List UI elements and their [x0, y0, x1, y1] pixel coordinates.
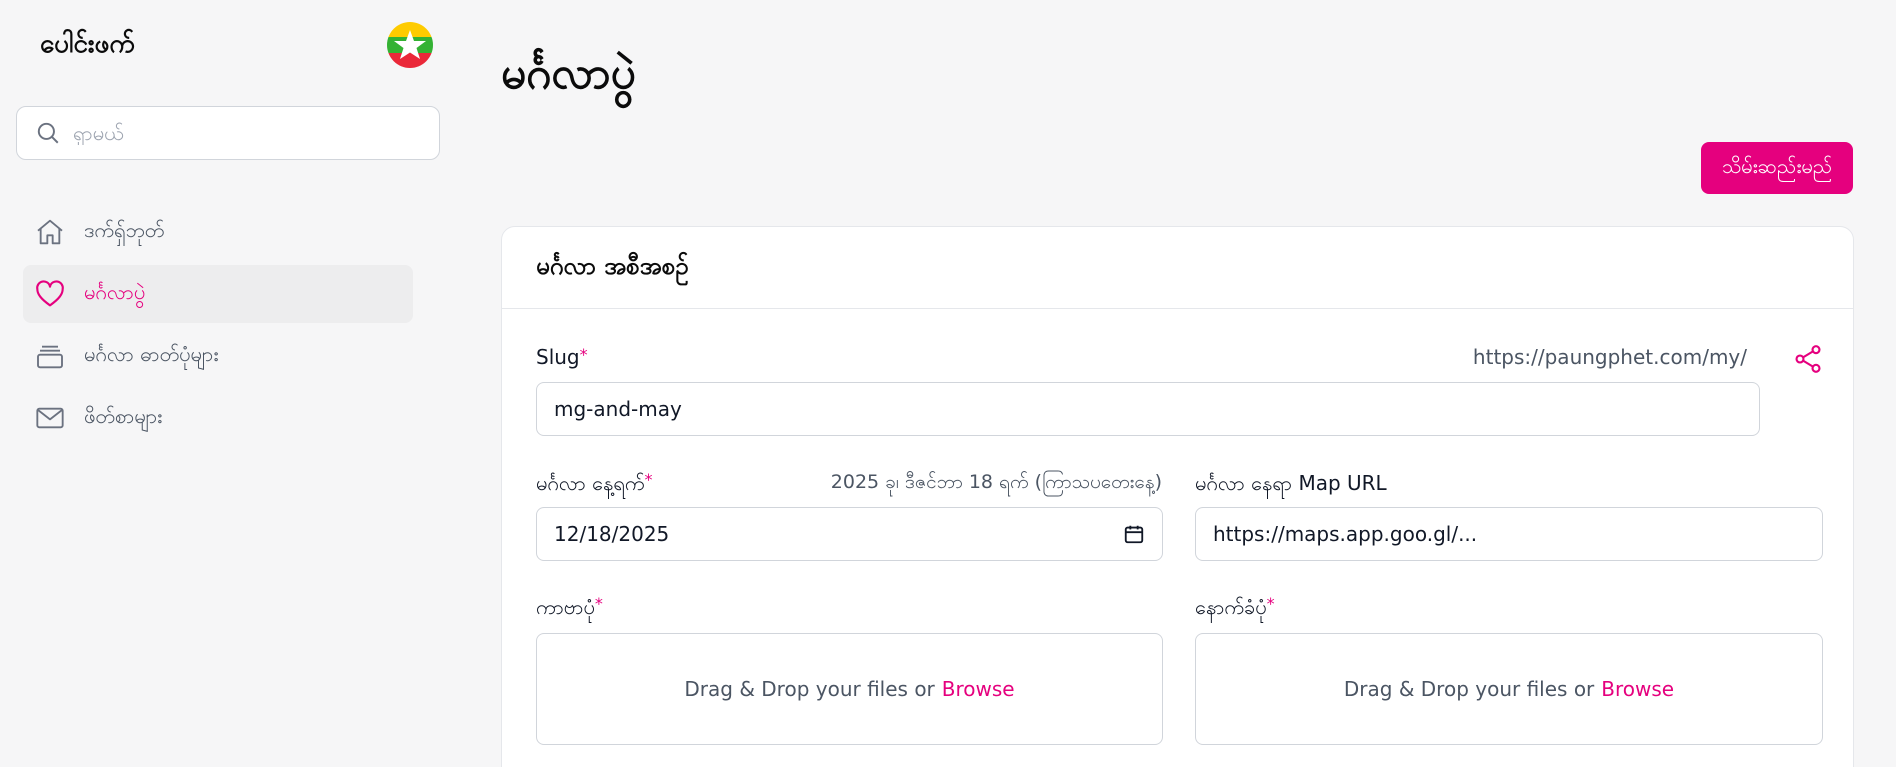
browse-link[interactable]: Browse: [942, 677, 1015, 701]
slug-input[interactable]: [536, 382, 1760, 436]
slug-url-prefix: https://paungphet.com/my/: [1472, 345, 1747, 369]
required-mark: *: [579, 345, 588, 364]
calendar-icon[interactable]: [1123, 523, 1145, 545]
background-photo-label: နောက်ခံပုံ*: [1195, 594, 1275, 624]
search-box[interactable]: [16, 106, 440, 160]
required-mark: *: [1266, 594, 1275, 613]
home-icon: [37, 219, 63, 245]
cover-photo-label: ကာဗာပုံ*: [536, 594, 603, 624]
search-input[interactable]: [73, 121, 413, 145]
sidebar-item-label: မင်္ဂလာ ဓာတ်ပုံများ: [84, 342, 219, 366]
date-label-text: မင်္ဂလာ နေ့ရက်: [536, 471, 645, 495]
browse-link[interactable]: Browse: [1601, 677, 1674, 701]
share-icon[interactable]: [1792, 343, 1824, 375]
background-photo-label-text: နောက်ခံပုံ: [1195, 595, 1267, 619]
map-url-label: မင်္ဂလာ နေရာ Map URL: [1195, 471, 1387, 495]
sidebar-item-label: မင်္ဂလာပွဲ: [84, 280, 146, 304]
required-mark: *: [644, 470, 653, 489]
sidebar-item-photos[interactable]: မင်္ဂလာ ဓာတ်ပုံများ: [23, 327, 413, 385]
card-title: မင်္ဂလာ အစီအစဉ်: [502, 227, 1853, 309]
sidebar-nav: ဒက်ရှ်ဘုတ် မင်္ဂလာပွဲ မင်္ဂလာ ဓာတ်ပုံမျာ…: [23, 203, 413, 451]
sidebar-item-label: ဖိတ်စာများ: [84, 404, 163, 428]
app-brand: ပေါင်းဖက်: [40, 29, 135, 59]
date-value: 12/18/2025: [554, 522, 670, 546]
sidebar-item-invitations[interactable]: ဖိတ်စာများ: [23, 389, 413, 447]
myanmar-flag-icon: [387, 22, 433, 68]
page-title: မင်္ဂလာပွဲ: [501, 48, 636, 99]
slug-label-text: Slug: [536, 345, 580, 369]
map-url-input[interactable]: [1195, 507, 1823, 561]
sidebar-item-dashboard[interactable]: ဒက်ရှ်ဘုတ်: [23, 203, 413, 261]
date-hint: 2025 ခု၊ ဒီဇင်ဘာ 18 ရက် (ကြာသပတေးနေ့): [830, 471, 1162, 493]
save-button[interactable]: သိမ်းဆည်းမည်: [1701, 142, 1853, 194]
search-icon: [37, 122, 59, 144]
sidebar-item-wedding[interactable]: မင်္ဂလာပွဲ: [23, 265, 413, 323]
date-input[interactable]: 12/18/2025: [536, 507, 1163, 561]
cover-photo-label-text: ကာဗာပုံ: [536, 595, 595, 619]
mail-icon: [36, 407, 64, 429]
dropzone-text: Drag & Drop your files or: [1343, 677, 1595, 701]
required-mark: *: [594, 594, 603, 613]
album-icon: [37, 345, 63, 369]
wedding-schedule-card: မင်္ဂလာ အစီအစဉ် Slug* https://paungphet.…: [501, 226, 1854, 767]
sidebar: ပေါင်းဖက် ဒက်ရှ်ဘုတ် မင်္ဂလာပွဲ: [0, 0, 440, 767]
sidebar-item-label: ဒက်ရှ်ဘုတ်: [84, 218, 165, 242]
date-label: မင်္ဂလာ နေ့ရက်*: [536, 470, 652, 500]
heart-icon: [36, 280, 64, 307]
background-photo-dropzone[interactable]: Drag & Drop your files or Browse: [1195, 633, 1823, 745]
dropzone-text: Drag & Drop your files or: [684, 677, 935, 701]
slug-label: Slug*: [536, 345, 588, 369]
cover-photo-dropzone[interactable]: Drag & Drop your files or Browse: [536, 633, 1163, 745]
